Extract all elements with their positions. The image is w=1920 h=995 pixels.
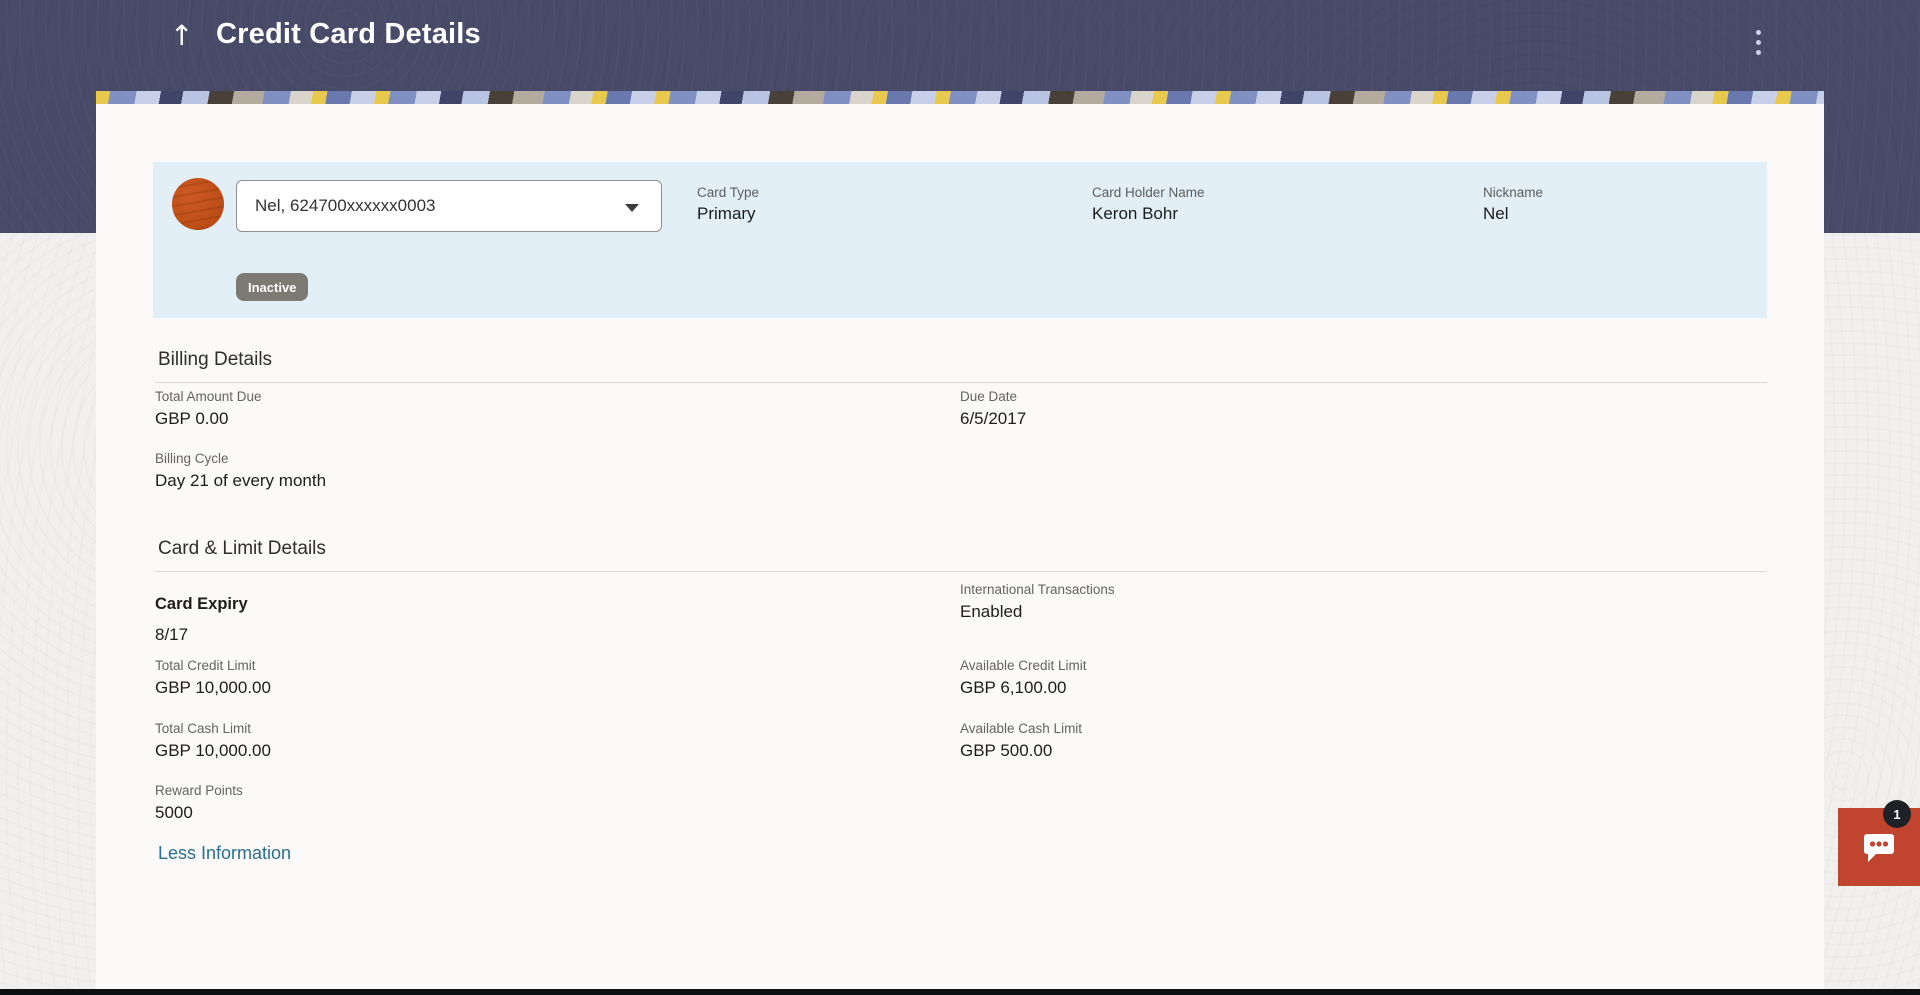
field-label: Available Cash Limit <box>960 721 1083 736</box>
page-title: Credit Card Details <box>216 18 481 50</box>
field-card-expiry: Card Expiry 8/17 <box>155 596 248 646</box>
chat-unread-badge: 1 <box>1883 800 1911 828</box>
field-label: Total Cash Limit <box>155 721 252 736</box>
field-value: Day 21 of every month <box>155 471 327 490</box>
field-label: Billing Cycle <box>155 451 229 466</box>
field-label: Card Holder Name <box>1092 185 1205 200</box>
field-value: 8/17 <box>155 625 189 644</box>
field-label: Nickname <box>1483 185 1544 200</box>
field-label: Total Amount Due <box>155 389 262 404</box>
field-available-cash-limit: Available Cash Limit GBP 500.00 <box>960 720 1082 762</box>
field-total-credit-limit: Total Credit Limit GBP 10,000.00 <box>155 657 271 699</box>
card-selector-dropdown[interactable]: Nel, 624700xxxxxx0003 <box>236 180 662 232</box>
card-limit-details-heading: Card & Limit Details <box>158 538 326 559</box>
field-value: GBP 6,100.00 <box>960 678 1067 697</box>
decorative-banner-strip <box>96 91 1824 104</box>
field-nickname: Nickname Nel <box>1483 184 1543 226</box>
field-label: Card Type <box>697 185 760 200</box>
field-total-amount-due: Total Amount Due GBP 0.00 <box>155 388 262 430</box>
field-total-cash-limit: Total Cash Limit GBP 10,000.00 <box>155 720 271 762</box>
field-value: GBP 10,000.00 <box>155 678 271 697</box>
billing-details-heading: Billing Details <box>158 349 273 370</box>
field-label: Available Credit Limit <box>960 658 1087 673</box>
card-avatar <box>172 178 224 230</box>
card-summary-panel: Nel, 624700xxxxxx0003 Inactive Card Type… <box>153 162 1767 318</box>
footer-bar <box>0 989 1920 995</box>
field-reward-points: Reward Points 5000 <box>155 782 243 824</box>
back-arrow-icon[interactable]: ↑ <box>170 16 193 56</box>
kebab-menu-icon[interactable] <box>1744 24 1772 60</box>
chevron-down-icon <box>625 204 639 212</box>
field-label: Reward Points <box>155 783 243 798</box>
field-available-credit-limit: Available Credit Limit GBP 6,100.00 <box>960 657 1087 699</box>
status-badge: Inactive <box>236 273 309 301</box>
section-divider <box>155 571 1767 572</box>
field-value: GBP 500.00 <box>960 741 1053 760</box>
field-label: Card Expiry <box>155 595 248 613</box>
field-value: Nel <box>1483 204 1509 223</box>
less-information-link[interactable]: Less Information <box>158 843 291 864</box>
card-selector-value: Nel, 624700xxxxxx0003 <box>255 196 436 215</box>
field-value: GBP 0.00 <box>155 409 229 428</box>
field-value: Enabled <box>960 602 1023 621</box>
field-label: Total Credit Limit <box>155 658 256 673</box>
field-value: Keron Bohr <box>1092 204 1178 223</box>
field-label: International Transactions <box>960 582 1115 597</box>
field-billing-cycle: Billing Cycle Day 21 of every month <box>155 450 326 492</box>
field-international-transactions: International Transactions Enabled <box>960 581 1115 623</box>
field-value: 6/5/2017 <box>960 409 1027 428</box>
field-value: 5000 <box>155 803 193 822</box>
field-label: Due Date <box>960 389 1018 404</box>
field-due-date: Due Date 6/5/2017 <box>960 388 1026 430</box>
field-card-holder-name: Card Holder Name Keron Bohr <box>1092 184 1205 226</box>
chat-bubble-icon <box>1864 834 1894 862</box>
section-divider <box>155 382 1767 383</box>
content-card: Nel, 624700xxxxxx0003 Inactive Card Type… <box>96 91 1824 990</box>
field-card-type: Card Type Primary <box>697 184 759 226</box>
field-value: GBP 10,000.00 <box>155 741 271 760</box>
field-value: Primary <box>697 204 756 223</box>
app-header: ↑ Credit Card Details <box>0 0 1920 72</box>
